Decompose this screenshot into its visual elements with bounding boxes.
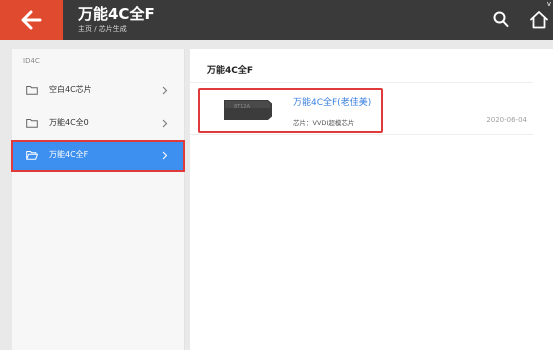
sidebar-heading: ID4C: [23, 57, 40, 65]
sidebar-item-4c-all-f[interactable]: 万能4C全F: [11, 140, 185, 172]
transponder-chip-icon: 8T12A: [224, 100, 272, 120]
top-bar: 万能4C全F 主页 / 芯片生成 v: [0, 0, 553, 40]
chevron-right-icon: [162, 86, 168, 95]
folder-icon: [26, 119, 38, 128]
sidebar-item-label: 万能4C全F: [49, 150, 89, 159]
search-icon[interactable]: [493, 11, 509, 28]
category-sidebar: ID4C 空白4C芯片 万能4C全0 万能4C全F: [11, 49, 185, 350]
sidebar-item-label: 万能4C全0: [49, 118, 89, 127]
chip-card-subtitle: 芯片：VVDI超模芯片: [293, 119, 355, 127]
breadcrumb: 主页 / 芯片生成: [78, 25, 127, 33]
divider: [190, 134, 533, 135]
divider: [190, 82, 533, 83]
svg-text:8T12A: 8T12A: [234, 104, 251, 110]
sidebar-item-4c-all-0[interactable]: 万能4C全0: [12, 109, 184, 139]
back-button[interactable]: [0, 0, 63, 40]
folder-icon: [26, 86, 38, 95]
sidebar-item-label: 空白4C芯片: [49, 85, 92, 94]
chevron-right-icon: [162, 119, 168, 128]
page-title: 万能4C全F: [78, 5, 155, 23]
sidebar-item-blank-4c[interactable]: 空白4C芯片: [12, 76, 184, 106]
content-panel: 万能4C全F 8T12A 万能4C全F(老佳美) 芯片：VVDI超模芯片 202…: [190, 49, 553, 350]
folder-open-icon: [26, 151, 38, 160]
corner-mark: v: [546, 0, 551, 8]
chip-card[interactable]: 8T12A 万能4C全F(老佳美) 芯片：VVDI超模芯片: [198, 88, 383, 133]
chevron-right-icon: [162, 151, 168, 160]
section-title: 万能4C全F: [207, 66, 254, 76]
arrow-left-icon: [21, 10, 42, 30]
chip-card-title: 万能4C全F(老佳美): [293, 98, 372, 108]
home-icon[interactable]: [529, 10, 549, 29]
chip-card-date: 2020-06-04: [486, 116, 527, 124]
